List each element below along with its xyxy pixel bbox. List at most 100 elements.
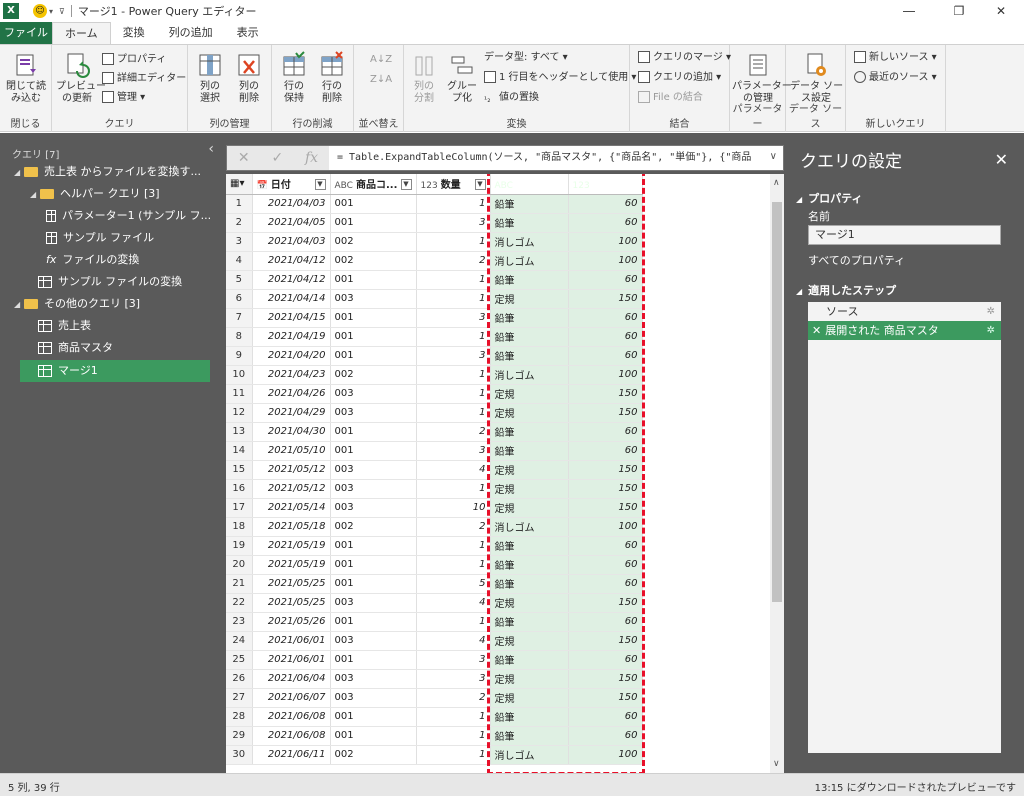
new-source-button[interactable]: 新しいソース ▾ [854,49,937,67]
query-folder-other[interactable]: ◢ その他のクエリ [3] [14,293,140,315]
scrollbar-thumb[interactable] [772,202,782,602]
cell-product-code[interactable]: 003 [330,688,417,708]
cell-product-code[interactable]: 001 [330,707,417,727]
tab-file[interactable]: ファイル [0,22,52,44]
cell-product-code[interactable]: 003 [330,384,417,404]
cell-price[interactable]: 100 [568,365,643,385]
cell-price[interactable]: 60 [568,327,643,347]
row-number[interactable]: 15 [226,460,253,480]
filter-dropdown-icon[interactable]: ▼ [552,179,564,191]
cell-price[interactable]: 60 [568,194,643,214]
gear-icon[interactable]: ✲ [987,302,995,321]
table-row[interactable]: 25 2021/06/01 001 3 鉛筆 60 [226,650,643,670]
cell-quantity[interactable]: 2 [416,688,491,708]
row-number[interactable]: 7 [226,308,253,328]
collapse-pane-icon[interactable]: ‹ [208,141,214,157]
table-row[interactable]: 11 2021/04/26 003 1 定規 150 [226,384,643,404]
cell-product-code[interactable]: 001 [330,213,417,233]
cell-quantity[interactable]: 1 [416,745,491,765]
tab-view[interactable]: 表示 [225,22,271,44]
table-row[interactable]: 28 2021/06/08 001 1 鉛筆 60 [226,707,643,727]
manage-button[interactable]: 管理 ▾ [102,89,145,107]
cell-product-name[interactable]: 鉛筆 [490,270,569,290]
cell-product-code[interactable]: 002 [330,251,417,271]
cell-date[interactable]: 2021/05/19 [252,555,331,575]
cell-product-name[interactable]: 定規 [490,593,569,613]
cell-product-name[interactable]: 消しゴム [490,232,569,252]
remove-columns-button[interactable]: 列の 削除 [230,51,268,105]
filter-dropdown-icon[interactable]: ▼ [400,179,412,191]
row-number[interactable]: 13 [226,422,253,442]
query-name-input[interactable]: マージ1 [808,225,1001,245]
recent-sources-button[interactable]: 最近のソース ▾ [854,69,937,87]
query-sample-file[interactable]: サンプル ファイル [46,227,154,249]
cell-quantity[interactable]: 3 [416,213,491,233]
cell-price[interactable]: 150 [568,384,643,404]
column-header-quantity[interactable]: 123 数量 ▼ [416,174,491,195]
cell-date[interactable]: 2021/04/23 [252,365,331,385]
cell-product-code[interactable]: 001 [330,574,417,594]
row-number[interactable]: 9 [226,346,253,366]
row-number[interactable]: 21 [226,574,253,594]
all-properties-link[interactable]: すべてのプロパティ [808,252,905,268]
cell-price[interactable]: 60 [568,707,643,727]
formula-input[interactable]: = Table.ExpandTableColumn(ソース, "商品マスタ", … [337,146,759,170]
replace-values-button[interactable]: ¹₂ 値の置換 [484,89,539,107]
tab-add-column[interactable]: 列の追加 [157,22,225,44]
cell-price[interactable]: 150 [568,688,643,708]
cell-date[interactable]: 2021/05/14 [252,498,331,518]
cell-date[interactable]: 2021/06/01 [252,650,331,670]
cell-price[interactable]: 150 [568,498,643,518]
expand-caret-icon[interactable]: ◢ [30,184,40,206]
cell-date[interactable]: 2021/05/12 [252,479,331,499]
cell-date[interactable]: 2021/05/12 [252,460,331,480]
table-row[interactable]: 4 2021/04/12 002 2 消しゴム 100 [226,251,643,271]
cell-product-code[interactable]: 003 [330,289,417,309]
cell-quantity[interactable]: 1 [416,270,491,290]
filter-dropdown-icon[interactable]: ▼ [314,179,326,191]
column-header-product-name[interactable]: ABC 商品名 ▼ [490,174,569,195]
cell-product-code[interactable]: 002 [330,517,417,537]
append-queries-button[interactable]: クエリの追加 ▾ [638,69,721,87]
row-number[interactable]: 10 [226,365,253,385]
split-column-button[interactable]: 列の 分割 [406,51,442,105]
cell-product-name[interactable]: 鉛筆 [490,650,569,670]
cell-product-code[interactable]: 003 [330,479,417,499]
cell-price[interactable]: 60 [568,650,643,670]
cell-date[interactable]: 2021/06/08 [252,726,331,746]
table-menu-icon[interactable]: ▦▾ [226,174,253,195]
restore-button[interactable]: ❐ [936,0,982,22]
cell-date[interactable]: 2021/05/10 [252,441,331,461]
cell-date[interactable]: 2021/05/18 [252,517,331,537]
cell-quantity[interactable]: 3 [416,346,491,366]
step-expanded-product-master[interactable]: ✕ 展開された 商品マスタ ✲ [808,321,1001,340]
customize-toolbar-icon[interactable]: ⊽ [59,7,65,16]
cell-product-name[interactable]: 鉛筆 [490,441,569,461]
text-type-icon[interactable]: ABC [335,181,353,191]
cell-date[interactable]: 2021/04/12 [252,251,331,271]
column-header-date[interactable]: 📅 日付 ▼ [252,174,331,195]
applied-steps-header[interactable]: ◢ 適用したステップ [796,282,896,298]
column-header-price[interactable]: 123 単価 ▼ [568,174,643,195]
cell-quantity[interactable]: 3 [416,669,491,689]
cell-product-name[interactable]: 鉛筆 [490,308,569,328]
filter-dropdown-icon[interactable]: ▼ [626,179,638,191]
cell-quantity[interactable]: 1 [416,232,491,252]
row-number[interactable]: 26 [226,669,253,689]
manage-parameters-button[interactable]: パラメーター の管理 [732,51,792,105]
table-row[interactable]: 2 2021/04/05 001 3 鉛筆 60 [226,213,643,233]
cell-product-name[interactable]: 鉛筆 [490,213,569,233]
cell-quantity[interactable]: 2 [416,517,491,537]
cell-product-name[interactable]: 定規 [490,479,569,499]
row-number[interactable]: 20 [226,555,253,575]
row-number[interactable]: 4 [226,251,253,271]
expand-caret-icon[interactable]: ◢ [14,294,24,316]
cell-product-code[interactable]: 002 [330,232,417,252]
cell-date[interactable]: 2021/04/26 [252,384,331,404]
cell-product-name[interactable]: 消しゴム [490,251,569,271]
cell-date[interactable]: 2021/04/03 [252,194,331,214]
cell-date[interactable]: 2021/04/29 [252,403,331,423]
number-type-icon[interactable]: 123 [573,181,590,191]
cell-quantity[interactable]: 1 [416,289,491,309]
cell-product-code[interactable]: 001 [330,650,417,670]
